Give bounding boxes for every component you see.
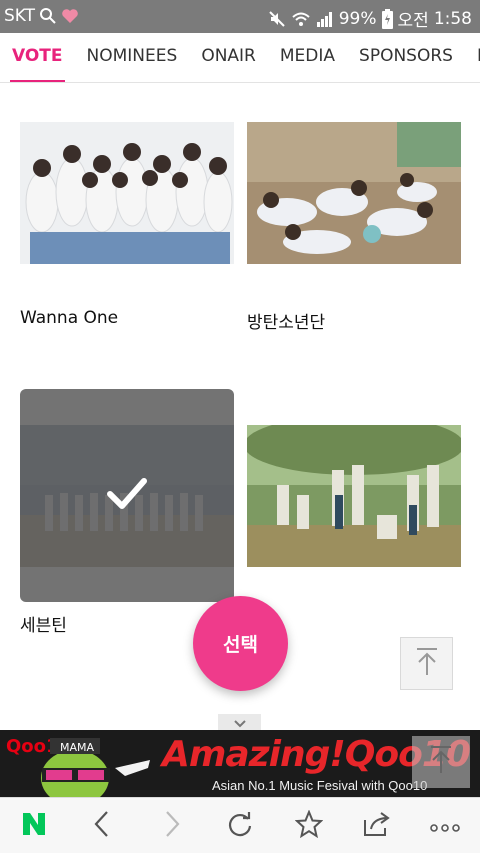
browser-toolbar [0,797,480,853]
refresh-button[interactable] [220,806,260,846]
battery-percent: 99% [338,8,377,29]
category-tabs: VOTE NOMINEES ONAIR MEDIA SPONSORS HIS [0,33,480,83]
more-icon [430,817,460,836]
tab-history[interactable]: HIS [465,33,480,82]
nominee-name: Wanna One [20,308,119,328]
bookmark-button[interactable] [289,806,329,846]
bookmark-star-icon [294,809,324,842]
clock: 1:58 [433,8,472,29]
nominee-name: 방탄소년단 [247,313,326,333]
ad-subline: Asian No.1 Music Fesival with Qoo10 [212,778,428,793]
wifi-icon [291,10,311,28]
naver-home-button[interactable] [14,806,54,846]
signal-icon [316,10,334,28]
arrow-up-icon [414,647,440,681]
share-button[interactable] [357,806,397,846]
ad-banner[interactable]: Qoo10 MAMA Amazing!Qoo10 Asian No.1 Musi… [0,730,480,797]
naver-icon [21,811,47,841]
tab-vote[interactable]: VOTE [0,33,75,82]
nominee-photo[interactable] [20,122,234,264]
mute-icon [268,10,286,28]
tab-nominees[interactable]: NOMINEES [75,33,190,82]
nominee-photo[interactable] [247,122,461,264]
status-bar: SKT 99% 오전 1:58 [0,0,480,33]
nominee-card-wanna-one[interactable] [20,122,234,264]
selected-overlay[interactable] [20,389,234,602]
heart-icon [61,8,79,24]
scroll-top-button[interactable] [400,637,453,690]
mascot-illustration: MAMA [41,738,150,797]
carrier-label: SKT [4,6,36,26]
arrow-up-icon [428,745,454,779]
share-icon [362,810,392,842]
search-icon [39,7,57,25]
tab-onair[interactable]: ONAIR [189,33,268,82]
time-period: 오전 [397,11,429,31]
nominee-card-exo[interactable] [247,425,461,567]
tab-sponsors[interactable]: SPONSORS [347,33,465,82]
more-button[interactable] [425,806,465,846]
check-icon [107,477,147,515]
select-button[interactable]: 선택 [193,596,288,691]
back-button[interactable] [82,806,122,846]
refresh-icon [226,810,254,842]
forward-button[interactable] [152,806,192,846]
mascot-text: MAMA [60,741,95,754]
ad-scroll-top-button[interactable] [412,736,470,788]
nominee-photo[interactable] [247,425,461,567]
tab-media[interactable]: MEDIA [268,33,347,82]
chevron-down-icon [233,713,246,732]
nominee-card-bts[interactable] [247,122,461,264]
forward-icon [163,810,181,842]
battery-icon [381,8,393,29]
nominee-name: 세븐틴 [20,616,67,636]
collapse-ad-button[interactable] [218,714,261,730]
back-icon [93,810,111,842]
